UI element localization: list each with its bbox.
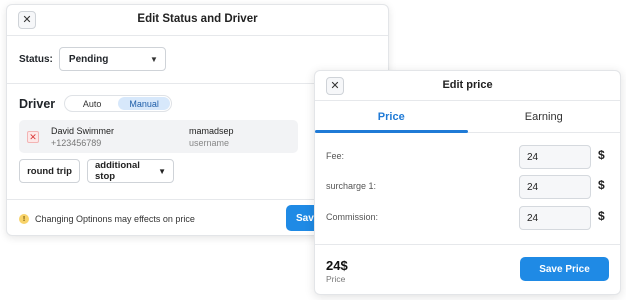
edit-price-modal: ✕ Edit price Price Earning Fee: 24 $ sur… [314,70,621,295]
fee-row: Fee: 24 $ [315,145,620,169]
round-trip-button[interactable]: round trip [19,159,80,183]
modal-header: ✕ Edit price [315,71,620,101]
driver-name: David Swimmer [51,126,115,136]
commission-input[interactable]: 24 [519,206,591,230]
modal-title: Edit price [442,79,493,91]
price-tabs: Price Earning [315,101,620,133]
warning-icon: ! [19,214,29,224]
driver-phone: +123456789 [51,138,102,148]
caret-down-icon: ▼ [149,54,158,64]
driver-username: mamadsep [189,126,234,136]
round-trip-label: round trip [27,165,72,177]
driver-row: Driver Auto Manual [19,95,173,112]
total-price: 24$ [326,258,348,273]
save-price-button[interactable]: Save Price [520,257,609,281]
mode-manual[interactable]: Manual [118,97,171,110]
fee-label: Fee: [326,151,345,161]
fee-input[interactable]: 24 [519,145,591,169]
commission-label: Commission: [326,212,379,222]
mode-auto[interactable]: Auto [66,97,118,110]
status-row: Status: Pending ▼ [19,47,166,71]
status-value: Pending [68,53,109,65]
driver-title: Driver [19,96,56,111]
driver-card: ✕ David Swimmer +123456789 mamadsep user… [19,120,298,153]
save-price-label: Save Price [539,263,590,275]
warning-text: Changing Optinons may effects on price [35,214,195,224]
tab-price[interactable]: Price [315,101,468,133]
modal-title: Edit Status and Driver [137,13,258,25]
currency-symbol: $ [598,209,605,223]
commission-row: Commission: 24 $ [315,206,620,230]
divider [315,244,620,245]
total-price-label: Price [326,274,346,284]
additional-stop-label: additional stop [95,160,140,182]
surcharge-input[interactable]: 24 [519,175,591,199]
remove-driver-icon[interactable]: ✕ [27,131,39,143]
currency-symbol: $ [598,178,605,192]
tab-earning[interactable]: Earning [468,101,621,132]
driver-username-label: username [189,138,230,148]
status-label: Status: [19,53,53,65]
modal-header: ✕ Edit Status and Driver [7,5,388,36]
currency-symbol: $ [598,148,605,162]
surcharge-row: surcharge 1: 24 $ [315,175,620,199]
caret-down-icon: ▼ [158,166,166,176]
surcharge-label: surcharge 1: [326,181,377,191]
status-select[interactable]: Pending ▼ [58,47,166,71]
driver-mode-toggle[interactable]: Auto Manual [64,95,173,112]
additional-stop-dropdown[interactable]: additional stop ▼ [87,159,174,183]
